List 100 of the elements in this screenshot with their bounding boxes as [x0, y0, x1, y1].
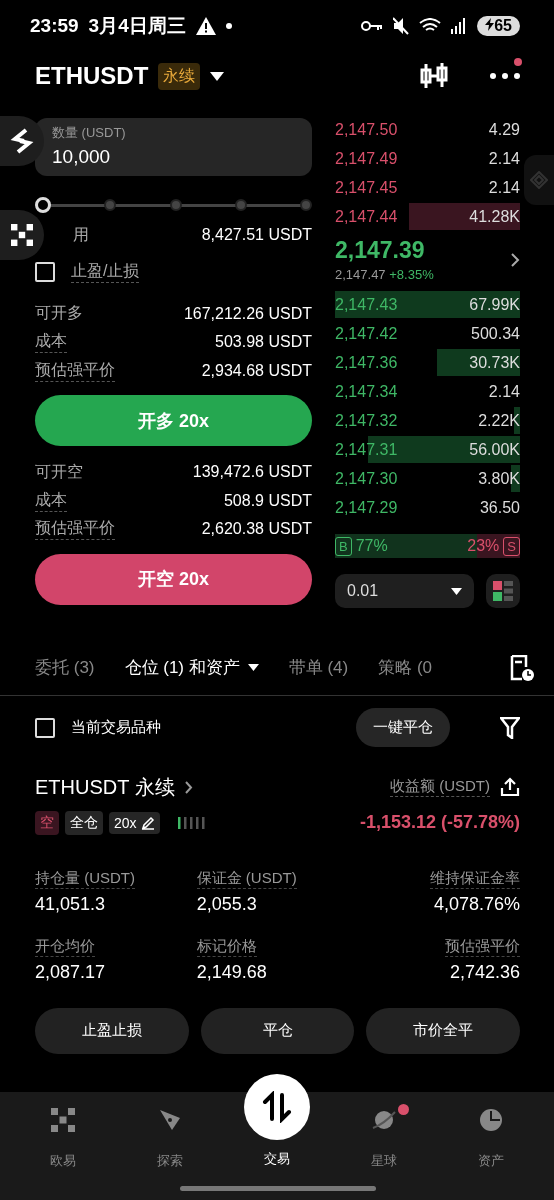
- swap-float-button[interactable]: [0, 116, 44, 166]
- info-label: 预估强平价: [35, 359, 115, 382]
- mute-icon: [393, 17, 410, 35]
- dot-icon: [225, 23, 232, 29]
- info-value: 139,472.6 USDT: [192, 463, 312, 482]
- ask-row[interactable]: 2,147.45 2.14: [335, 173, 520, 202]
- more-icon[interactable]: [490, 73, 520, 79]
- nav-item[interactable]: 欧易: [10, 1092, 117, 1170]
- ask-row[interactable]: 2,147.44 41.28K: [335, 202, 520, 231]
- bid-row[interactable]: 2,147.29 36.50: [335, 493, 520, 522]
- pencil-icon: [140, 815, 155, 830]
- bid-row[interactable]: 2,147.42 500.34: [335, 319, 520, 348]
- book-layout-button[interactable]: [486, 574, 520, 608]
- bid-row[interactable]: 2,147.36 30.73K: [335, 348, 520, 377]
- layout-icon: [493, 581, 513, 601]
- position-action-button[interactable]: 平仓: [200, 1007, 355, 1054]
- available-label: 用: [72, 224, 89, 245]
- caret-icon: [451, 587, 462, 595]
- key-icon: [361, 20, 384, 32]
- risk-meter-icon: [177, 816, 206, 829]
- bid-row[interactable]: 2,147.32 2.22K: [335, 406, 520, 435]
- sell-tag: S: [503, 536, 520, 556]
- candlestick-icon[interactable]: [420, 62, 448, 90]
- warning-icon: [195, 17, 216, 35]
- chevron-right-icon[interactable]: [511, 252, 520, 267]
- wifi-icon: [419, 18, 442, 34]
- stat-label: 标记价格: [196, 936, 257, 957]
- leverage-button[interactable]: 20x: [109, 811, 160, 834]
- precision-select[interactable]: 0.01: [335, 574, 474, 608]
- position-title[interactable]: ETHUSDT 永续: [35, 773, 175, 801]
- battery-level: 65: [477, 16, 520, 36]
- pnl-label: 收益额 (USDT): [390, 777, 490, 797]
- stat-value: 41,051.3: [35, 893, 106, 915]
- contract-tag: 永续: [158, 62, 201, 90]
- filter-label: 当前交易品种: [71, 718, 161, 737]
- info-value: 503.98 USDT: [215, 333, 312, 352]
- status-date: 3月4日周三: [88, 14, 186, 38]
- ask-row[interactable]: 2,147.49 2.14: [335, 144, 520, 173]
- chevron-right-icon[interactable]: [184, 780, 193, 794]
- stat-label: 维持保证金率: [430, 868, 520, 889]
- tp-sl-checkbox[interactable]: [35, 261, 55, 282]
- tab[interactable]: 带单 (4): [288, 656, 349, 679]
- available-value: 8,427.51 USDT: [201, 226, 312, 245]
- symbol-title[interactable]: ETHUSDT: [35, 62, 149, 90]
- diamond-icon: [530, 171, 548, 189]
- symbol-filter-checkbox[interactable]: [35, 717, 55, 738]
- position-tag: 空: [35, 810, 59, 835]
- tab[interactable]: 策略 (0: [378, 656, 433, 679]
- stat-value: 2,087.17: [35, 961, 106, 983]
- bid-row[interactable]: 2,147.31 56.00K: [335, 435, 520, 464]
- stat-label: 开仓均价: [35, 936, 95, 957]
- bid-row[interactable]: 2,147.43 67.99K: [335, 290, 520, 319]
- position-action-button[interactable]: 市价全平: [366, 1007, 520, 1054]
- stat-label: 保证金 (USDT): [196, 868, 297, 889]
- status-time: 23:59: [30, 15, 79, 37]
- tab[interactable]: 委托 (3): [35, 656, 95, 679]
- sell-ratio: 23%: [467, 537, 500, 555]
- share-icon[interactable]: [500, 777, 520, 797]
- nav-item[interactable]: 探索: [116, 1092, 224, 1170]
- mark-price: 2,147.47: [335, 267, 386, 282]
- info-label: 可开空: [35, 461, 83, 482]
- info-value: 2,934.68 USDT: [201, 361, 312, 380]
- open-short-button[interactable]: 开空 20x: [35, 553, 312, 605]
- info-label: 成本: [35, 331, 67, 354]
- quantity-field[interactable]: 数量 (USDT) 10,000: [35, 118, 312, 176]
- info-value: 508.9 USDT: [223, 491, 312, 510]
- buy-ratio: 77%: [355, 537, 388, 555]
- bid-row[interactable]: 2,147.30 3.80K: [335, 464, 520, 493]
- compass-icon: [158, 1108, 183, 1132]
- info-label: 成本: [35, 489, 67, 512]
- stat-value: 2,742.36: [449, 961, 520, 983]
- info-label: 预估强平价: [35, 518, 115, 541]
- stat-value: 2,149.68: [196, 961, 267, 983]
- nav-item[interactable]: 交易: [223, 1074, 331, 1168]
- signal-icon: [451, 18, 468, 34]
- bolt-icon: [485, 18, 495, 31]
- position-action-button[interactable]: 止盈止损: [35, 1007, 189, 1054]
- caret-icon[interactable]: [210, 71, 225, 81]
- price-change: +8.35%: [389, 267, 434, 282]
- nav-item[interactable]: 资产: [437, 1092, 544, 1170]
- history-icon[interactable]: [510, 654, 534, 681]
- bid-row[interactable]: 2,147.34 2.14: [335, 377, 520, 406]
- ask-row[interactable]: 2,147.50 4.29: [335, 115, 520, 144]
- amount-slider[interactable]: [35, 195, 312, 215]
- planet-icon: [370, 1108, 397, 1132]
- tab[interactable]: 仓位 (1) 和资产: [124, 656, 259, 679]
- pnl-value: -1,153.12 (-57.78%): [359, 812, 520, 833]
- stat-label: 预估强平价: [445, 936, 520, 957]
- close-all-button[interactable]: 一键平仓: [356, 708, 450, 747]
- checker-icon: [11, 224, 33, 246]
- stat-value: 2,055.3: [196, 893, 257, 915]
- stat-value: 4,078.76%: [433, 893, 520, 915]
- tp-sl-label: 止盈/止损: [71, 260, 140, 283]
- last-price: 2,147.39: [335, 237, 426, 264]
- nav-item[interactable]: 星球: [330, 1092, 438, 1170]
- buy-tag: B: [335, 536, 352, 556]
- checker-float-button[interactable]: [0, 210, 44, 260]
- filter-icon[interactable]: [500, 716, 520, 739]
- info-label: 可开多: [35, 303, 83, 324]
- checker-icon: [51, 1108, 76, 1132]
